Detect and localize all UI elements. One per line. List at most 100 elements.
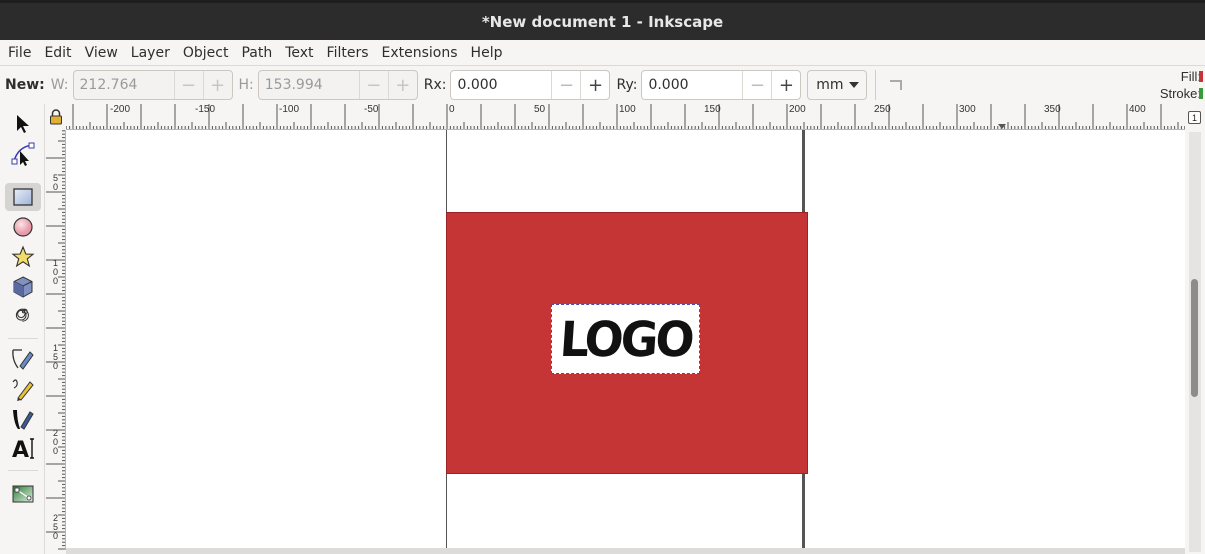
guide-lock-toggle[interactable] (46, 104, 66, 130)
text-tool[interactable]: A (5, 435, 41, 463)
title-bar: *New document 1 - Inkscape (0, 0, 1205, 40)
rx-spinbox[interactable]: 0.000 − + (450, 70, 611, 100)
calligraphy-icon (13, 410, 34, 430)
vruler-label-150: 150 (53, 343, 59, 371)
toolbox-separator (8, 338, 38, 339)
height-increment-button[interactable]: + (387, 71, 417, 99)
menu-view[interactable]: View (80, 45, 123, 61)
page-count-badge: 1 (1188, 111, 1201, 124)
horizontal-ruler[interactable]: -200 -150 -100 -50 0 50 100 150 200 250 … (66, 104, 1186, 130)
menu-layer[interactable]: Layer (126, 45, 175, 61)
spiral-icon (15, 308, 29, 322)
lock-icon (50, 109, 62, 125)
width-decrement-button[interactable]: − (173, 71, 203, 99)
horizontal-scrollbar[interactable] (66, 548, 1185, 554)
unit-value: mm (816, 77, 844, 93)
ruler-label-m50: -50 (364, 104, 379, 115)
ruler-label-100: 100 (619, 104, 636, 115)
fill-swatch[interactable] (1199, 71, 1203, 82)
menu-text[interactable]: Text (280, 45, 318, 61)
ry-spinbox[interactable]: 0.000 − + (641, 70, 802, 100)
3d-box-icon (13, 276, 33, 298)
height-spinbox[interactable]: 153.994 − + (257, 70, 418, 100)
pencil-tool[interactable] (5, 375, 41, 403)
height-value[interactable]: 153.994 (259, 71, 359, 99)
vertical-ruler[interactable]: 50 100 150 200 250 (46, 130, 66, 550)
ruler-label-200: 200 (789, 104, 806, 115)
rx-decrement-button[interactable]: − (551, 71, 580, 99)
vertical-scrollbar[interactable]: 1 (1185, 104, 1205, 554)
menu-filters[interactable]: Filters (322, 45, 374, 61)
stroke-label: Stroke: (1159, 86, 1201, 101)
rectangle-tool[interactable] (5, 183, 41, 211)
ry-value[interactable]: 0.000 (642, 71, 742, 99)
gradient-icon (12, 485, 34, 503)
ruler-label-0: 0 (449, 104, 455, 115)
text-icon: A (12, 438, 34, 462)
chevron-down-icon (848, 82, 859, 88)
calligraphy-tool[interactable] (5, 405, 41, 433)
width-spinbox[interactable]: 212.764 − + (72, 70, 233, 100)
fill-label: Fill: (1180, 69, 1201, 84)
vertical-scroll-thumb[interactable] (1191, 279, 1198, 397)
ellipse-tool[interactable] (5, 213, 41, 241)
vruler-label-250: 250 (53, 513, 59, 541)
stroke-swatch[interactable] (1199, 88, 1203, 99)
pen-tool[interactable] (5, 345, 41, 373)
ruler-label-m100: -100 (279, 104, 300, 115)
ruler-label-50: 50 (534, 104, 546, 115)
node-tool[interactable] (5, 140, 41, 168)
selector-icon (17, 115, 29, 133)
ruler-label-250: 250 (874, 104, 891, 115)
svg-text:A: A (12, 438, 29, 462)
width-increment-button[interactable]: + (202, 71, 232, 99)
ry-label: Ry: (616, 77, 638, 93)
menu-edit[interactable]: Edit (39, 45, 76, 61)
3d-box-tool[interactable] (5, 273, 41, 301)
menu-object[interactable]: Object (178, 45, 234, 61)
window-title: *New document 1 - Inkscape (481, 12, 724, 31)
style-indicator[interactable]: Fill: Stroke: (1145, 68, 1205, 102)
rx-label: Rx: (423, 77, 447, 93)
toolbar-separator (875, 70, 877, 100)
toolbox: A (0, 104, 45, 554)
new-label: New: (5, 77, 45, 93)
ruler-cursor-marker (998, 124, 1006, 129)
pencil-icon (12, 379, 34, 401)
unit-selector[interactable]: mm (807, 70, 868, 100)
vertical-ruler-scale (46, 130, 65, 550)
width-value[interactable]: 212.764 (74, 71, 174, 99)
ry-decrement-button[interactable]: − (742, 71, 771, 99)
selector-tool[interactable] (5, 110, 41, 138)
ry-increment-button[interactable]: + (771, 71, 800, 99)
height-decrement-button[interactable]: − (358, 71, 388, 99)
menu-file[interactable]: File (3, 45, 36, 61)
vruler-label-100: 100 (53, 258, 59, 286)
menu-extensions[interactable]: Extensions (377, 45, 463, 61)
logo-object[interactable]: LOGO (551, 304, 700, 374)
rx-increment-button[interactable]: + (580, 71, 609, 99)
menu-help[interactable]: Help (466, 45, 508, 61)
ruler-label-150: 150 (704, 104, 721, 115)
rx-value[interactable]: 0.000 (451, 71, 551, 99)
star-tool[interactable] (5, 243, 41, 271)
vruler-label-50: 50 (53, 173, 59, 192)
logo-text: LOGO (557, 310, 694, 368)
gradient-tool[interactable] (5, 480, 41, 508)
tool-controls-bar: New: W: 212.764 − + H: 153.994 − + Rx: 0… (0, 66, 1205, 104)
rectangle-icon (13, 188, 33, 206)
width-label: W: (50, 77, 69, 93)
pen-icon (12, 349, 34, 370)
toolbox-separator (8, 470, 38, 471)
ruler-label-400: 400 (1129, 104, 1146, 115)
star-icon (11, 245, 35, 268)
vruler-label-200: 200 (53, 428, 59, 456)
height-label: H: (238, 77, 254, 93)
menu-path[interactable]: Path (236, 45, 277, 61)
ruler-label-350: 350 (1044, 104, 1061, 115)
spiral-tool[interactable] (5, 303, 41, 331)
ruler-label-m150: -150 (195, 104, 216, 115)
drawing-canvas[interactable]: LOGO (66, 130, 1185, 548)
not-rounded-icon[interactable] (890, 80, 903, 90)
node-editor-icon (11, 142, 35, 166)
